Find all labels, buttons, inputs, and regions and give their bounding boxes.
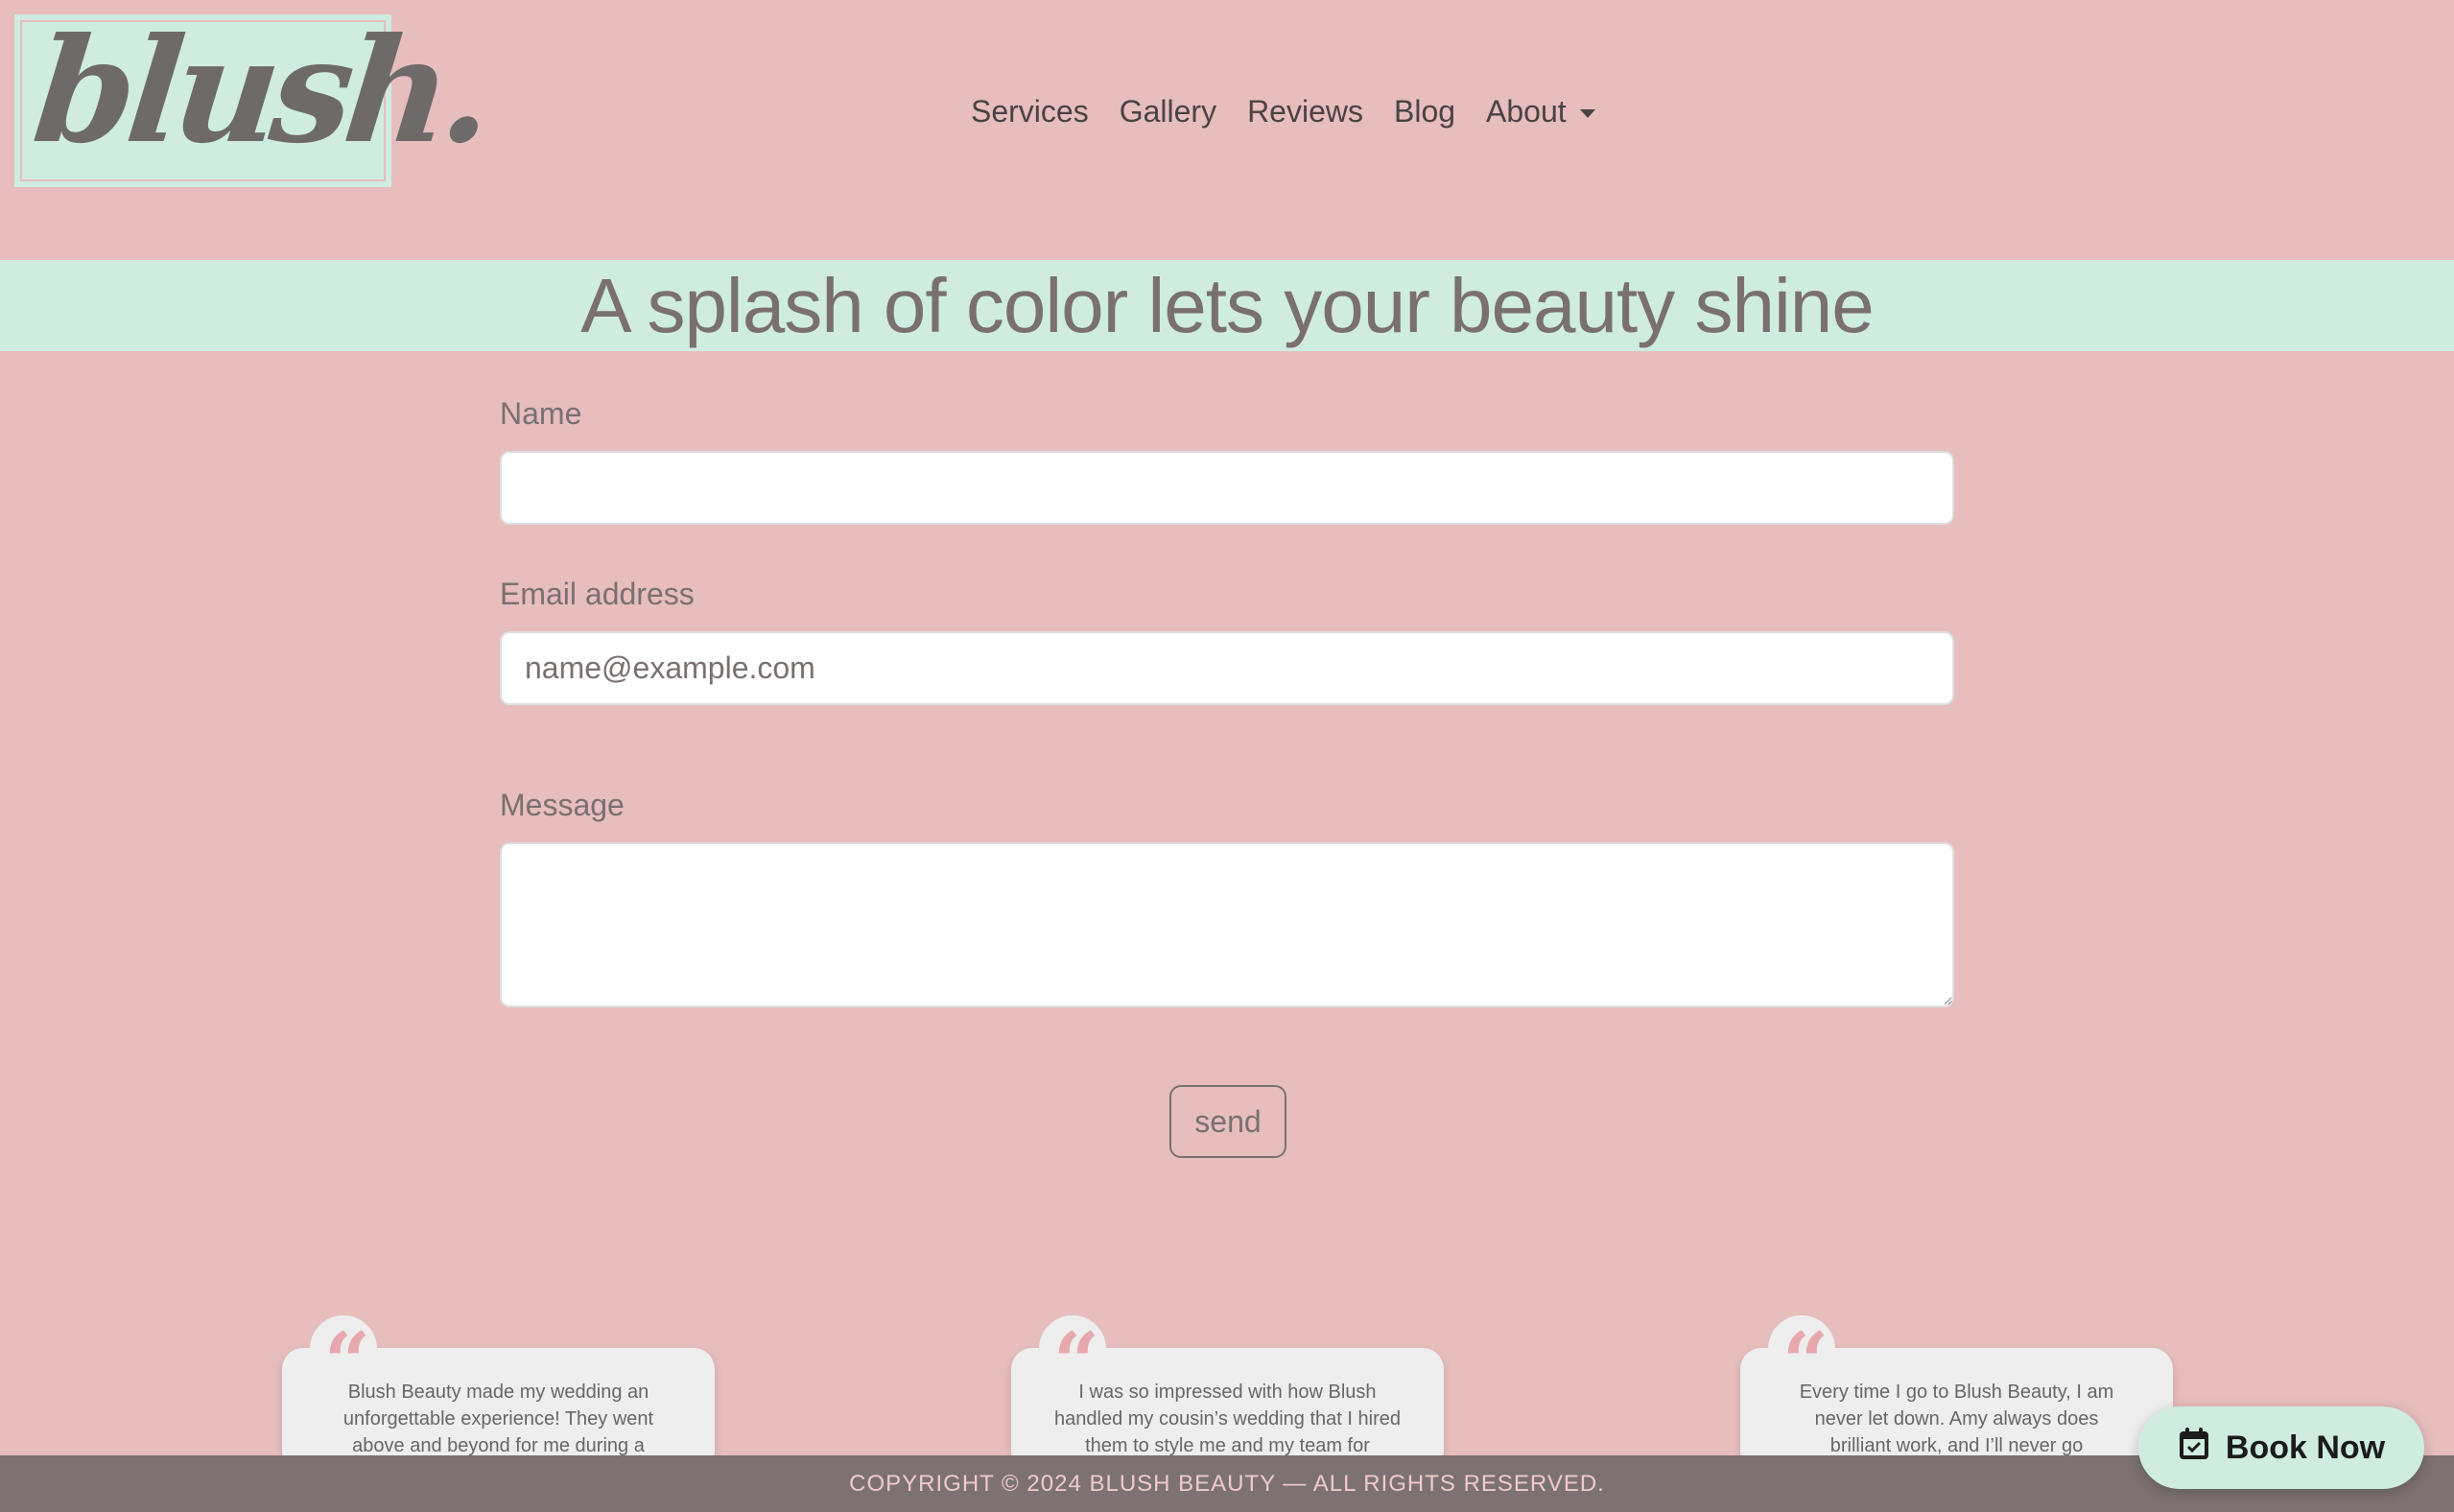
nav-item-reviews[interactable]: Reviews (1247, 94, 1363, 130)
nav-item-gallery[interactable]: Gallery (1120, 94, 1216, 130)
message-textarea[interactable] (500, 842, 1954, 1007)
quote-icon: “ (1768, 1315, 1835, 1403)
email-input[interactable] (500, 631, 1954, 705)
calendar-check-icon (2178, 1427, 2210, 1470)
logo[interactable]: blush. (14, 7, 494, 187)
chevron-down-icon (1579, 108, 1595, 118)
nav-item-about-dropdown[interactable]: About (1486, 94, 1595, 130)
email-label: Email address (500, 577, 695, 611)
hero-banner: A splash of color lets your beauty shine (0, 260, 2454, 351)
copyright-text: COPYRIGHT © 2024 BLUSH BEAUTY — ALL RIGH… (849, 1470, 1605, 1497)
quote-icon: “ (1039, 1315, 1106, 1403)
testimonial-text: I was so impressed with how Blush handle… (1054, 1382, 1401, 1456)
main-nav: Services Gallery Reviews Blog About (971, 84, 1595, 138)
logo-text: blush. (26, 7, 494, 176)
name-label: Name (500, 396, 582, 431)
send-button[interactable]: send (1169, 1085, 1286, 1158)
book-now-button[interactable]: Book Now (2138, 1406, 2424, 1489)
name-input[interactable] (500, 451, 1954, 525)
quote-icon: “ (310, 1315, 377, 1403)
footer: COPYRIGHT © 2024 BLUSH BEAUTY — ALL RIGH… (0, 1455, 2454, 1512)
testimonial-text: Blush Beauty made my wedding an unforget… (342, 1382, 654, 1456)
message-label: Message (500, 788, 625, 822)
testimonial-text: Every time I go to Blush Beauty, I am ne… (1799, 1382, 2114, 1456)
hero-title: A splash of color lets your beauty shine (580, 262, 1874, 348)
nav-about-label: About (1486, 93, 1567, 129)
book-now-label: Book Now (2225, 1429, 2386, 1466)
nav-item-blog[interactable]: Blog (1394, 94, 1455, 130)
nav-item-services[interactable]: Services (971, 94, 1089, 130)
